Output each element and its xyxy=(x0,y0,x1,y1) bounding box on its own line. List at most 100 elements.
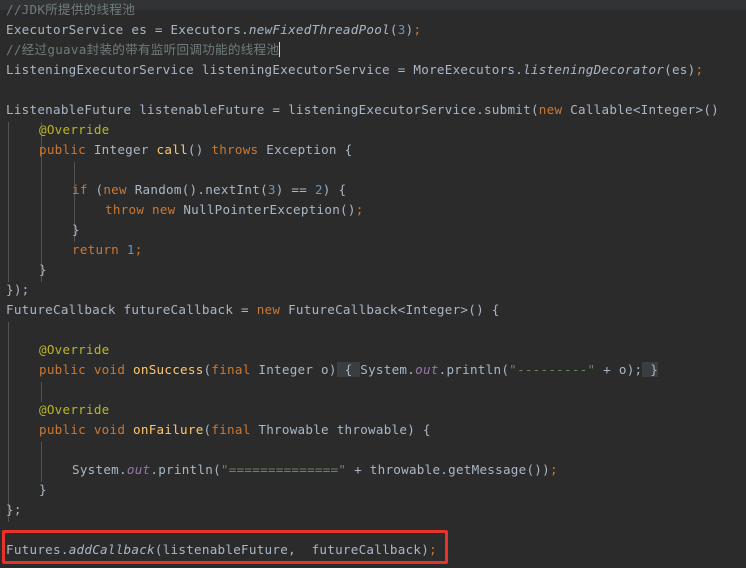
code-line-1[interactable]: //JDK所提供的线程池 xyxy=(0,0,746,20)
code-line-13[interactable]: return 1; xyxy=(0,240,746,260)
dot: . xyxy=(476,102,484,117)
code-line-3[interactable]: //经过guava封装的带有监听回调功能的线程池 xyxy=(0,40,746,60)
arg-o: o xyxy=(618,362,627,377)
brace-close: } xyxy=(39,262,47,277)
assign-op: = xyxy=(389,62,414,77)
code-line-22[interactable]: public void onFailure(final Throwable th… xyxy=(0,420,746,440)
field-out: out xyxy=(415,362,439,377)
code-line-10[interactable]: if (new Random().nextInt(3) == 2) { xyxy=(0,180,746,200)
paren-close: ) xyxy=(407,422,423,437)
anon-class-close: }); xyxy=(6,282,30,297)
code-line-28-highlighted[interactable]: Futures.addCallback(listenableFuture, fu… xyxy=(0,540,746,560)
var-listenablefuture: listenableFuture xyxy=(131,102,265,117)
paren-open: ( xyxy=(530,102,539,117)
type-callable-integer: Callable<Integer>() xyxy=(562,102,719,117)
code-line-11[interactable]: throw new NullPointerException(); xyxy=(0,200,746,220)
code-line-18[interactable]: @Override xyxy=(0,340,746,360)
keyword-throws: throws xyxy=(211,142,259,157)
dot: . xyxy=(241,22,249,37)
num-2: 2 xyxy=(314,182,323,197)
type-listeningexecutorservice: ListeningExecutorService xyxy=(6,62,195,77)
assign-op: = xyxy=(233,302,257,317)
brace-open: { xyxy=(422,422,431,437)
method-newfixedthreadpool: newFixedThreadPool xyxy=(248,22,390,37)
exception-nullpointer: NullPointerException() xyxy=(175,202,356,217)
assign-op: = xyxy=(147,22,171,37)
brace-close: } xyxy=(72,222,80,237)
brace-open: { xyxy=(491,302,500,317)
param-integer-o: Integer o xyxy=(250,362,329,377)
dot: . xyxy=(60,542,69,557)
code-line-26[interactable]: }; xyxy=(0,500,746,520)
code-line-5-blank[interactable] xyxy=(0,80,746,100)
code-editor-viewport[interactable]: //JDK所提供的线程池 ExecutorService es = Execut… xyxy=(0,0,746,568)
semicolon: ; xyxy=(429,542,437,557)
code-line-25[interactable]: } xyxy=(0,480,746,500)
dot: . xyxy=(119,462,127,477)
method-addcallback: addCallback xyxy=(68,542,155,557)
plus-op: + xyxy=(595,362,619,377)
code-line-16[interactable]: FutureCallback futureCallback = new Futu… xyxy=(0,300,746,320)
type-listenablefuture: ListenableFuture xyxy=(6,102,132,117)
parens-dot: (). xyxy=(181,182,206,197)
type-futurecallback: FutureCallback xyxy=(6,302,116,317)
code-line-12[interactable]: } xyxy=(0,220,746,240)
paren-open: ( xyxy=(213,462,221,477)
keyword-final: final xyxy=(211,362,251,377)
code-lines-container[interactable]: //JDK所提供的线程池 ExecutorService es = Execut… xyxy=(0,0,746,568)
annotation-override: @Override xyxy=(39,342,110,357)
method-decl-call: call xyxy=(156,142,188,157)
blank xyxy=(6,322,14,337)
paren-open: ( xyxy=(664,62,672,77)
brace-open: { xyxy=(338,182,347,197)
code-line-21[interactable]: @Override xyxy=(0,400,746,420)
type-moreexecutors: MoreExecutors xyxy=(413,62,516,77)
dot: . xyxy=(515,62,524,77)
code-line-7[interactable]: @Override xyxy=(0,120,746,140)
method-decl-onsuccess: onSuccess xyxy=(125,362,204,377)
code-line-9-blank[interactable] xyxy=(0,160,746,180)
folded-region-close-brace[interactable]: } xyxy=(642,362,659,377)
folded-region-open-brace[interactable]: { xyxy=(336,362,361,377)
arg-3: 3 xyxy=(267,182,276,197)
code-line-19[interactable]: public void onSuccess (final Integer o) {… xyxy=(0,360,746,380)
plus-op: + xyxy=(346,462,370,477)
keyword-void: void xyxy=(86,422,126,437)
code-line-8[interactable]: public Integer call() throws Exception { xyxy=(0,140,746,160)
code-line-27-blank[interactable] xyxy=(0,520,746,540)
code-line-20-blank[interactable] xyxy=(0,380,746,400)
code-line-6[interactable]: ListenableFuture listenableFuture = list… xyxy=(0,100,746,120)
keyword-public: public xyxy=(39,422,87,437)
code-line-24[interactable]: System.out.println("==============" + th… xyxy=(0,460,746,480)
keyword-final: final xyxy=(211,422,251,437)
brace-close: } xyxy=(39,482,47,497)
code-line-4[interactable]: ListeningExecutorService listeningExecut… xyxy=(0,60,746,80)
blank xyxy=(6,162,14,177)
method-submit: submit xyxy=(483,102,531,117)
code-line-17-blank[interactable] xyxy=(0,320,746,340)
num-1: 1 xyxy=(119,242,135,257)
receiver-system: System xyxy=(360,362,408,377)
method-println: println xyxy=(446,362,502,377)
arg-open: ( xyxy=(260,182,268,197)
method-println: println xyxy=(158,462,214,477)
brace-open: { xyxy=(344,142,353,157)
code-line-2[interactable]: ExecutorService es = Executors.newFixedT… xyxy=(0,20,746,40)
paren-open: ( xyxy=(154,542,163,557)
paren-close: ) xyxy=(322,182,339,197)
var-listeningexecutorservice: listeningExecutorService xyxy=(194,62,390,77)
keyword-return: return xyxy=(72,242,120,257)
keyword-new: new xyxy=(538,102,563,117)
string-dashes: "---------" xyxy=(509,362,596,377)
semicolon: ; xyxy=(355,202,364,217)
paren-close: ) xyxy=(542,462,550,477)
code-line-23-blank[interactable] xyxy=(0,440,746,460)
arg-3: 3 xyxy=(397,22,406,37)
code-line-14[interactable]: } xyxy=(0,260,746,280)
method-decl-onfailure: onFailure xyxy=(125,422,204,437)
dot: . xyxy=(407,362,416,377)
assign-op: = xyxy=(264,102,289,117)
param-throwable: Throwable throwable xyxy=(250,422,408,437)
code-line-15[interactable]: }); xyxy=(0,280,746,300)
comment-guava-threadpool: //经过guava封装的带有监听回调功能的线程池 xyxy=(6,42,280,57)
